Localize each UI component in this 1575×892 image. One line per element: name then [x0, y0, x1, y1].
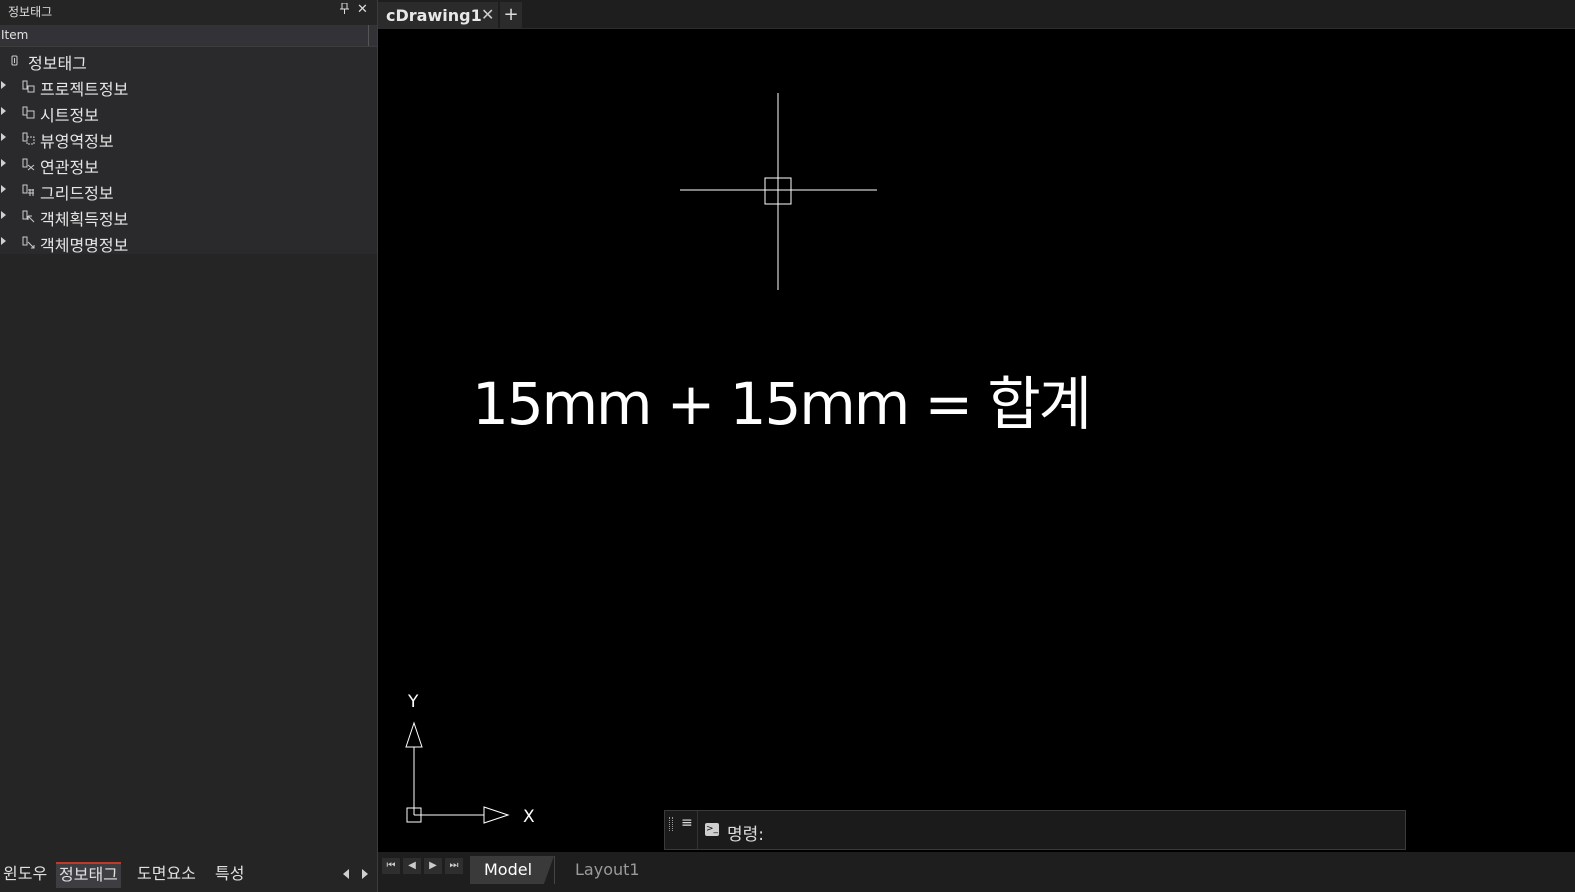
prev-layout-icon[interactable]: ◀: [403, 858, 421, 874]
crosshair-cursor: [680, 93, 877, 290]
command-menu-icon[interactable]: ≡: [681, 815, 693, 831]
expand-arrow-icon[interactable]: [1, 159, 6, 167]
first-layout-icon[interactable]: ⏮: [382, 858, 400, 874]
tree-item-label: 연관정보: [40, 158, 99, 177]
layout-tab-model[interactable]: Model: [470, 856, 554, 884]
last-layout-icon[interactable]: ⏭: [445, 858, 463, 874]
tree-item-label: 객체획득정보: [40, 210, 129, 229]
panel-tab-prev-icon[interactable]: [343, 869, 349, 879]
command-line: ≡ >_ 명령:: [664, 810, 1406, 850]
tree-item-sheet-info[interactable]: 시트정보: [0, 99, 377, 125]
layout-tab-layout1[interactable]: Layout1: [554, 856, 659, 884]
drawing-text[interactable]: 15mm + 15mm = 합계: [472, 370, 1092, 438]
panel-tab-drawing-elements[interactable]: 도면요소: [134, 862, 199, 886]
command-prompt-icon: >_: [705, 823, 719, 836]
panel-tab-info-tag[interactable]: 정보태그: [56, 862, 121, 888]
panel-tab-strip: 윈도우 정보태그 도면요소 특성: [0, 862, 377, 892]
expand-arrow-icon[interactable]: [1, 237, 6, 245]
expand-arrow-icon[interactable]: [1, 81, 6, 89]
tree-item-label: 시트정보: [40, 106, 99, 125]
column-resize-handle[interactable]: [368, 25, 369, 46]
ucs-icon: Y X: [405, 692, 535, 827]
panel-title: 정보태그: [8, 5, 53, 19]
document-tab-label: cDrawing1: [386, 6, 482, 25]
column-header[interactable]: Item: [0, 25, 377, 47]
tree-item-grid-info[interactable]: 그리드정보: [0, 177, 377, 203]
viewport-info-icon: [22, 132, 35, 145]
drawing-area[interactable]: 15mm + 15mm = 합계 Y X: [378, 29, 1575, 852]
divider: [697, 811, 698, 849]
command-line-grip[interactable]: [669, 817, 673, 831]
expand-arrow-icon[interactable]: [1, 107, 6, 115]
panel-tab-window[interactable]: 윈도우: [0, 862, 50, 886]
expand-arrow-icon[interactable]: [1, 185, 6, 193]
command-input[interactable]: [775, 817, 1399, 845]
close-panel-button[interactable]: ✕: [357, 2, 368, 17]
next-layout-icon[interactable]: ▶: [424, 858, 442, 874]
tree-item-viewport-info[interactable]: 뷰영역정보: [0, 125, 377, 151]
tree-item-project-info[interactable]: 프로젝트정보: [0, 73, 377, 99]
tree-item-label: 뷰영역정보: [40, 132, 114, 151]
document-tab-bar: cDrawing1 ✕ +: [378, 0, 1575, 29]
panel-tab-properties[interactable]: 특성: [212, 862, 247, 886]
expand-arrow-icon[interactable]: [1, 133, 6, 141]
tree-item-label: 객체명명정보: [40, 236, 129, 255]
tag-root-icon: [11, 55, 18, 66]
relation-info-icon: [22, 158, 35, 171]
panel-tab-next-icon[interactable]: [362, 869, 368, 879]
tree-item-relation-info[interactable]: 연관정보: [0, 151, 377, 177]
grid-info-icon: [22, 184, 34, 196]
sheet-info-icon: [22, 106, 35, 119]
info-tag-panel: 정보태그 ✕ Item 정보태그 프로젝트정보 시트정보 뷰영역정보 연관정보 …: [0, 0, 378, 892]
project-info-icon: [22, 80, 35, 93]
tree-root-label: 정보태그: [28, 54, 87, 73]
object-acquire-icon: [22, 210, 35, 223]
object-naming-icon: [22, 236, 35, 249]
ucs-y-label: Y: [407, 692, 419, 712]
pin-icon[interactable]: [340, 2, 349, 17]
tree-root-item[interactable]: 정보태그: [0, 47, 377, 73]
tree-item-label: 그리드정보: [40, 184, 114, 203]
panel-header: 정보태그 ✕: [0, 0, 377, 24]
tree-item-object-naming-info[interactable]: 객체명명정보: [0, 229, 377, 255]
command-label: 명령:: [727, 825, 765, 845]
tree-item-label: 프로젝트정보: [40, 80, 129, 99]
close-tab-icon[interactable]: ✕: [481, 5, 494, 24]
column-header-item: Item: [1, 28, 29, 42]
info-tag-tree: 정보태그 프로젝트정보 시트정보 뷰영역정보 연관정보 그리드정보 객체획득정보…: [0, 47, 377, 255]
drawing-canvas[interactable]: 15mm + 15mm = 합계 Y X: [378, 29, 1575, 852]
ucs-x-label: X: [523, 807, 535, 827]
document-tab-cdrawing1[interactable]: cDrawing1 ✕: [378, 2, 498, 28]
new-tab-button[interactable]: +: [500, 2, 522, 28]
tree-item-object-acquire-info[interactable]: 객체획득정보: [0, 203, 377, 229]
expand-arrow-icon[interactable]: [1, 211, 6, 219]
layout-tab-bar: ⏮ ◀ ▶ ⏭ Model Layout1: [378, 852, 1575, 892]
